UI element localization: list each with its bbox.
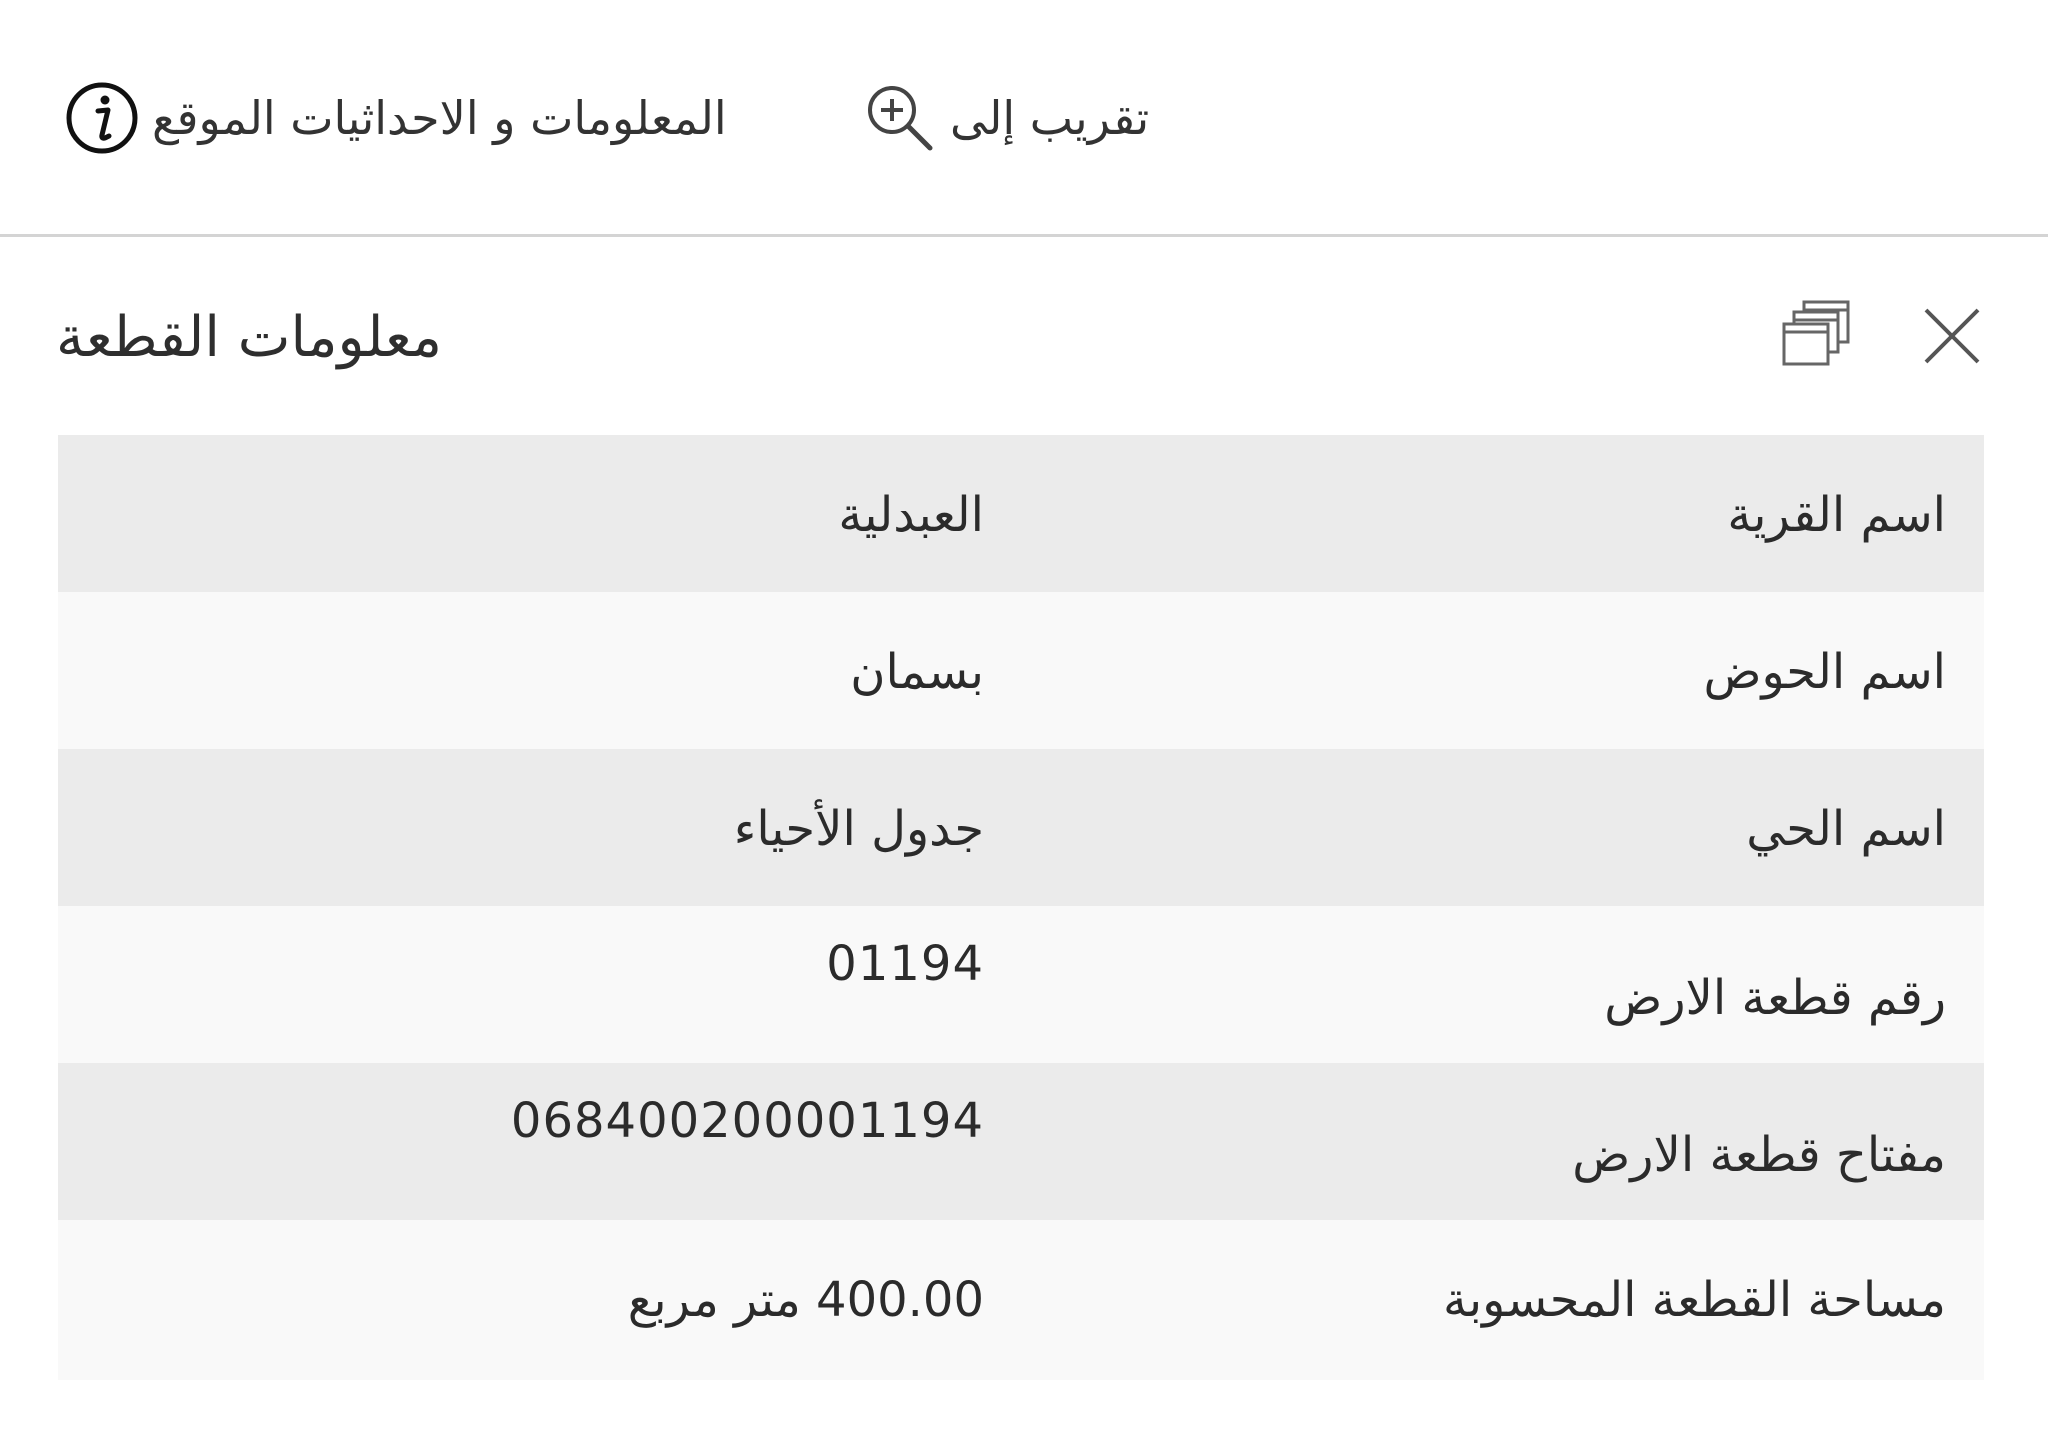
site-info-button[interactable]: المعلومات و الاحداثيات الموقع	[64, 78, 727, 158]
zoom-to-label: تقريب إلى	[950, 91, 1150, 145]
close-icon[interactable]	[1922, 306, 1982, 366]
table-row: رقم قطعة الارض 01194	[58, 906, 1984, 1063]
row-value: العبدلية	[838, 487, 984, 543]
row-value: جدول الأحياء	[733, 801, 984, 857]
row-label: مساحة القطعة المحسوبة	[1443, 1272, 1946, 1328]
zoom-in-icon	[868, 86, 933, 151]
table-row: اسم القرية العبدلية	[58, 435, 1984, 592]
row-value: 068400200001194	[510, 1093, 984, 1149]
parcel-info-table: اسم القرية العبدلية اسم الحوض بسمان اسم …	[58, 435, 1984, 1380]
table-row: اسم الحوض بسمان	[58, 592, 1984, 749]
info-circle-icon	[66, 82, 138, 154]
row-label: اسم القرية	[1727, 487, 1946, 543]
site-info-label: المعلومات و الاحداثيات الموقع	[152, 91, 727, 145]
table-row: مفتاح قطعة الارض 068400200001194	[58, 1063, 1984, 1220]
row-label: اسم الحي	[1746, 801, 1946, 857]
table-row: اسم الحي جدول الأحياء	[58, 749, 1984, 906]
toolbar: المعلومات و الاحداثيات الموقع تقريب إلى	[0, 0, 2048, 235]
row-label: اسم الحوض	[1703, 644, 1946, 700]
zoom-to-button[interactable]: تقريب إلى	[862, 78, 1149, 158]
panel-title: معلومات القطعة	[56, 305, 442, 370]
table-row: مساحة القطعة المحسوبة 400.00 متر مربع	[58, 1220, 1984, 1380]
row-label: مفتاح قطعة الارض	[1572, 1127, 1946, 1183]
copy-icon[interactable]	[1780, 298, 1858, 370]
row-value: بسمان	[850, 644, 984, 700]
row-label: رقم قطعة الارض	[1604, 970, 1946, 1026]
row-value: 01194	[826, 936, 984, 992]
row-value: 400.00 متر مربع	[627, 1272, 984, 1328]
toolbar-divider	[0, 234, 2048, 237]
